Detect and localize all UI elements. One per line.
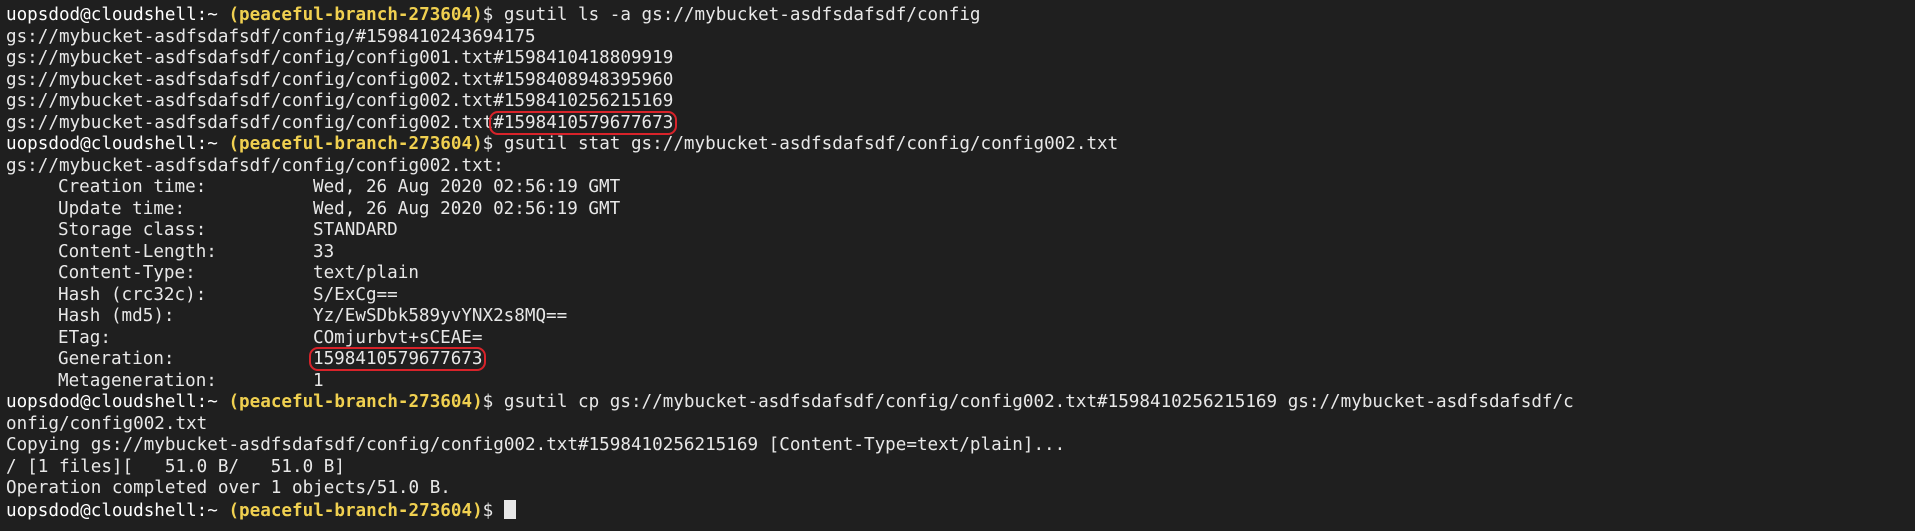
prompt-user: uopsdod@cloudshell:~ (6, 5, 218, 25)
stat-value: COmjurbvt+sCEAE= (313, 327, 483, 348)
prompt-user: uopsdod@cloudshell:~ (6, 500, 218, 521)
stat-label: Content-Type: (58, 263, 196, 283)
command-text: gsutil cp gs://mybucket-asdfsdafsdf/conf… (503, 392, 1574, 412)
stat-value: Wed, 26 Aug 2020 02:56:19 GMT (313, 177, 621, 197)
output-line: gs://mybucket-asdfsdafsdf/config/#159841… (6, 26, 536, 47)
stat-label: Storage class: (58, 220, 207, 240)
stat-row: Generation: 1598410579677673 (6, 347, 1915, 371)
prompt-user: uopsdod@cloudshell:~ (6, 134, 218, 154)
stat-value: STANDARD (313, 220, 398, 240)
command-text: gsutil stat gs://mybucket-asdfsdafsdf/co… (503, 134, 1119, 154)
stat-row: Creation time: Wed, 26 Aug 2020 02:56:19 … (6, 177, 1915, 199)
stat-label: Hash (md5): (58, 306, 175, 326)
stat-row: Content-Type: text/plain (6, 263, 1915, 285)
stat-row: Hash (crc32c): S/ExCg== (6, 285, 1915, 307)
highlighted-generation: 1598410579677673 (309, 347, 487, 371)
stat-value: Yz/EwSDbk589yvYNX2s8MQ== (313, 306, 568, 326)
stat-row: ETag: COmjurbvt+sCEAE= (6, 328, 1915, 350)
prompt-project: (peaceful-branch-273604) (228, 5, 483, 25)
output-line: gs://mybucket-asdfsdafsdf/config/config0… (6, 110, 1915, 135)
stat-label: ETag: (58, 327, 111, 348)
stat-header: gs://mybucket-asdfsdafsdf/config/config0… (6, 155, 504, 176)
output-line: gs://mybucket-asdfsdafsdf/config/config0… (6, 69, 674, 90)
terminal-window[interactable]: uopsdod@cloudshell:~ (peaceful-branch-27… (0, 0, 1915, 531)
progress-line: / [1 files][ 51.0 B/ 51.0 B] (6, 456, 345, 477)
stat-label: Update time: (58, 198, 186, 219)
stat-label: Content-Length: (58, 241, 217, 262)
stat-label: Metageneration: (58, 370, 217, 391)
stat-label: Creation time: (58, 177, 207, 197)
output-line: Operation completed over 1 objects/51.0 … (6, 478, 451, 498)
stat-value: S/ExCg== (313, 284, 398, 305)
prompt-suffix: $ (482, 500, 504, 521)
stat-row: Content-Length: 33 (6, 242, 1915, 264)
prompt-project: (peaceful-branch-273604) (228, 392, 483, 412)
output-line: Copying gs://mybucket-asdfsdafsdf/config… (6, 435, 1066, 455)
prompt-line: uopsdod@cloudshell:~ (peaceful-branch-27… (6, 392, 1915, 414)
prompt-user: uopsdod@cloudshell:~ (6, 392, 218, 412)
output-line: gs://mybucket-asdfsdafsdf/config/config0… (6, 91, 674, 111)
prompt-suffix: $ (482, 392, 504, 412)
stat-value: text/plain (313, 263, 419, 283)
text-cursor[interactable] (503, 499, 516, 519)
prompt-line: uopsdod@cloudshell:~ (peaceful-branch-27… (6, 5, 1915, 27)
stat-row: Metageneration: 1 (6, 371, 1915, 393)
stat-row: Hash (md5): Yz/EwSDbk589yvYNX2s8MQ== (6, 306, 1915, 328)
command-text: gsutil ls -a gs://mybucket-asdfsdafsdf/c… (503, 5, 981, 25)
stat-label: Hash (crc32c): (58, 284, 207, 305)
active-prompt-line[interactable]: uopsdod@cloudshell:~ (peaceful-branch-27… (6, 499, 1915, 522)
prompt-suffix: $ (482, 5, 504, 25)
prompt-line: uopsdod@cloudshell:~ (peaceful-branch-27… (6, 134, 1915, 156)
prompt-project: (peaceful-branch-273604) (228, 134, 483, 154)
object-path: gs://mybucket-asdfsdafsdf/config/config0… (6, 112, 494, 133)
stat-value: 1 (313, 370, 324, 391)
prompt-suffix: $ (482, 134, 504, 154)
highlighted-generation: #1598410579677673 (489, 110, 678, 135)
stat-value: 33 (313, 241, 335, 262)
stat-label: Generation: (58, 349, 175, 369)
prompt-project: (peaceful-branch-273604) (228, 500, 483, 521)
stat-row: Storage class: STANDARD (6, 220, 1915, 242)
stat-row: Update time: Wed, 26 Aug 2020 02:56:19 GM… (6, 199, 1915, 221)
output-line: gs://mybucket-asdfsdafsdf/config/config0… (6, 48, 674, 68)
command-text-wrapped: onfig/config002.txt (6, 413, 208, 434)
stat-value: Wed, 26 Aug 2020 02:56:19 GMT (313, 198, 621, 219)
